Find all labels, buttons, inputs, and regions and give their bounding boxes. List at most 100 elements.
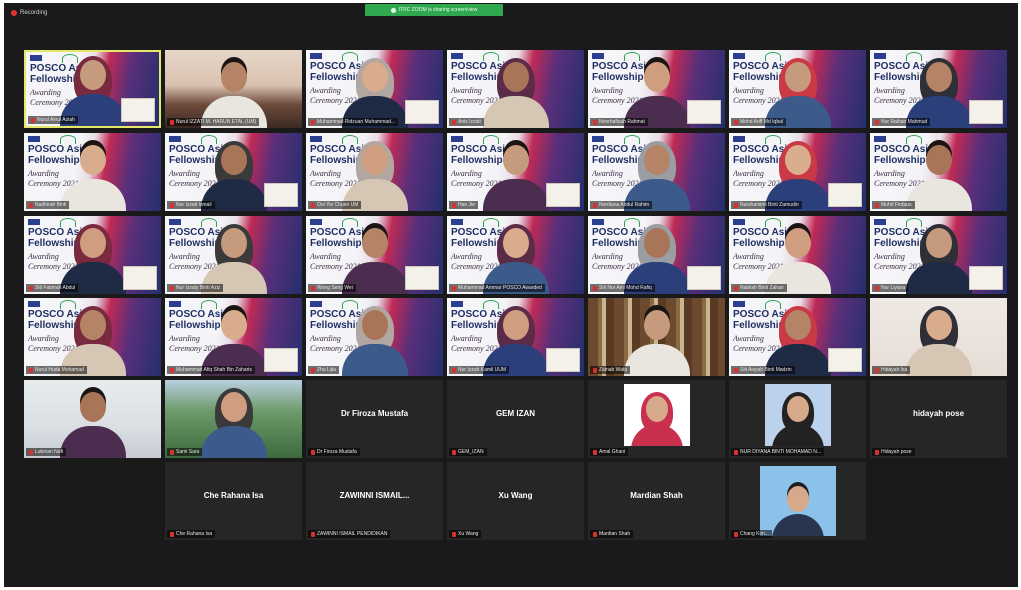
university-logo — [451, 136, 463, 142]
participant-tile[interactable]: POSCO Asia Fellowship Awarding Ceremony 202… — [306, 50, 443, 128]
participant-tile[interactable]: POSCO Asia Fellowship Awarding Ceremony 202… — [306, 216, 443, 294]
participant-video — [199, 137, 269, 211]
participant-video — [199, 220, 269, 294]
participant-tile[interactable]: POSCO Asia Fellowship Awarding Ceremony 202… — [588, 50, 725, 128]
participant-name: Ooi Yie Chuen UM — [317, 202, 359, 208]
participant-video — [622, 302, 692, 376]
certificate — [264, 348, 298, 372]
participant-tile[interactable]: POSCO Asia Fellowship Awarding Ceremony 202… — [24, 216, 161, 294]
participant-video — [481, 54, 551, 128]
participant-tile[interactable]: POSCO Asia Fellowship Awarding Ceremony 202… — [165, 298, 302, 376]
university-logo — [733, 219, 745, 225]
share-banner-text: ITRC ZOOM is sharing screen/view — [398, 7, 478, 13]
participant-tile[interactable]: POSCO Asia Fellowship Awarding Ceremony 202… — [24, 298, 161, 376]
poster-text: Awarding — [451, 252, 482, 261]
participant-tile[interactable]: hidayah pose Hidayah pose — [870, 380, 1007, 458]
participant-tile[interactable]: Amal Ghani — [588, 380, 725, 458]
participant-tile[interactable]: Nurul IZZATI M. HARUN ETAL (UM) — [165, 50, 302, 128]
participant-name: Noorhafizah Rahmat — [599, 119, 645, 125]
participant-tile[interactable]: POSCO Asia Fellowship Awarding Ceremony 202… — [24, 50, 161, 128]
participant-video — [904, 302, 974, 376]
participant-tile[interactable]: POSCO Asia Fellowship Awarding Ceremony 202… — [447, 298, 584, 376]
participant-tile[interactable]: POSCO Asia Fellowship Awarding Ceremony 202… — [306, 298, 443, 376]
screen-share-banner[interactable]: ITRC ZOOM is sharing screen/view — [365, 4, 503, 16]
participant-name: Nadhirah Binti — [35, 202, 67, 208]
participant-name-label: Nur Izzaty Binti Aziz — [167, 284, 224, 292]
university-logo — [310, 301, 322, 307]
participant-name-label: Hidayah Isa — [872, 366, 911, 374]
participant-name-label: Xu Wang — [449, 530, 482, 538]
participant-name-label: Dr Firoza Mustafa — [308, 448, 360, 456]
participant-tile[interactable]: POSCO Asia Fellowship Awarding Ceremony 202… — [447, 50, 584, 128]
participant-tile[interactable]: POSCO Asia Fellowship Awarding Ceremony 202… — [165, 133, 302, 211]
university-logo — [310, 53, 322, 59]
poster-text: Awarding — [310, 334, 341, 343]
participant-name-label: Nordiana Abdul Rahim — [590, 201, 653, 209]
participant-tile[interactable]: Mardian Shah Mardian Shah — [588, 462, 725, 540]
participant-tile[interactable]: POSCO Asia Fellowship Awarding Ceremony 202… — [729, 216, 866, 294]
participant-tile[interactable]: Xu Wang Xu Wang — [447, 462, 584, 540]
participant-tile[interactable]: Che Rahana Isa Che Rahana Isa — [165, 462, 302, 540]
participant-video — [904, 137, 974, 211]
participant-name: Chang Kim... — [740, 531, 769, 537]
participant-name-label: Zhu Lijia — [308, 366, 339, 374]
participant-tile[interactable]: POSCO Asia Fellowship Awarding Ceremony 202… — [870, 216, 1007, 294]
torso — [200, 426, 267, 458]
participant-tile[interactable]: POSCO Asia Fellowship Awarding Ceremony 202… — [870, 133, 1007, 211]
mic-muted-icon — [734, 119, 738, 125]
poster-text: Awarding — [310, 86, 341, 95]
participant-name: Siti Aisyah Binti Madzin — [740, 367, 792, 373]
face — [784, 62, 811, 92]
face — [645, 396, 668, 422]
participant-tile[interactable]: POSCO Asia Fellowship Awarding Ceremony 202… — [24, 133, 161, 211]
participant-tile[interactable]: Sami Sara — [165, 380, 302, 458]
mic-muted-icon — [593, 119, 597, 125]
poster-text: Awarding — [169, 252, 200, 261]
participant-name: Zainab Wafa — [599, 367, 628, 373]
participant-tile[interactable]: Hidayah Isa — [870, 298, 1007, 376]
mic-muted-icon — [734, 531, 738, 537]
participant-tile[interactable]: Zainab Wafa — [588, 298, 725, 376]
participant-tile[interactable]: NUR DIYANA BINTI MOHAMAD N... — [729, 380, 866, 458]
mic-muted-icon — [452, 119, 456, 125]
face — [502, 310, 529, 340]
participant-tile[interactable]: Dr Firoza Mustafa Dr Firoza Mustafa — [306, 380, 443, 458]
mic-muted-icon — [734, 449, 738, 455]
participant-video — [481, 302, 551, 376]
face — [784, 310, 811, 340]
certificate — [123, 266, 157, 290]
participant-video — [199, 384, 269, 458]
participant-tile[interactable]: POSCO Asia Fellowship Awarding Ceremony 202… — [447, 216, 584, 294]
participant-video — [904, 54, 974, 128]
participant-name: Nabilah Binti Zahari — [740, 285, 784, 291]
participant-tile[interactable]: POSCO Asia Fellowship Awarding Ceremony 202… — [729, 298, 866, 376]
recording-label: Recording — [20, 10, 48, 16]
certificate — [687, 266, 721, 290]
participant-name: Muhd Firdaus — [881, 202, 912, 208]
participant-tile[interactable]: POSCO Asia Fellowship Awarding Ceremony 202… — [729, 50, 866, 128]
poster-text: Awarding — [451, 169, 482, 178]
participant-tile[interactable]: POSCO Asia Fellowship Awarding Ceremony 202… — [870, 50, 1007, 128]
participant-name-label: Nur Liyana — [872, 284, 909, 292]
participant-name-label: Nurul Ainul Aziah — [28, 116, 78, 124]
participant-video — [58, 384, 128, 458]
participant-tile[interactable]: POSCO Asia Fellowship Awarding Ceremony 202… — [306, 133, 443, 211]
poster-text: Awarding — [28, 334, 59, 343]
certificate — [969, 266, 1003, 290]
mic-muted-icon — [875, 202, 879, 208]
participant-tile[interactable]: POSCO Asia Fellowship Awarding Ceremony 202… — [588, 133, 725, 211]
participant-tile[interactable]: POSCO Asia Fellowship Awarding Ceremony 202… — [588, 216, 725, 294]
profile-picture — [623, 384, 690, 446]
face — [643, 62, 670, 92]
participant-tile[interactable]: Chang Kim... — [729, 462, 866, 540]
participant-tile[interactable]: POSCO Asia Fellowship Awarding Ceremony 202… — [165, 216, 302, 294]
poster-text: Awarding — [733, 334, 764, 343]
participant-tile[interactable]: POSCO Asia Fellowship Awarding Ceremony 202… — [729, 133, 866, 211]
university-logo — [169, 136, 181, 142]
participant-tile[interactable]: GEM IZAN GEM_IZAN — [447, 380, 584, 458]
participant-tile[interactable]: Lukman Nafi — [24, 380, 161, 458]
participant-tile[interactable]: ZAWINNI ISMAIL... ZAWINNI ISMAIL PENDIDIK… — [306, 462, 443, 540]
participant-name-label: Lukman Nafi — [26, 448, 67, 456]
poster-text: Awarding — [733, 169, 764, 178]
participant-tile[interactable]: POSCO Asia Fellowship Awarding Ceremony 202… — [447, 133, 584, 211]
